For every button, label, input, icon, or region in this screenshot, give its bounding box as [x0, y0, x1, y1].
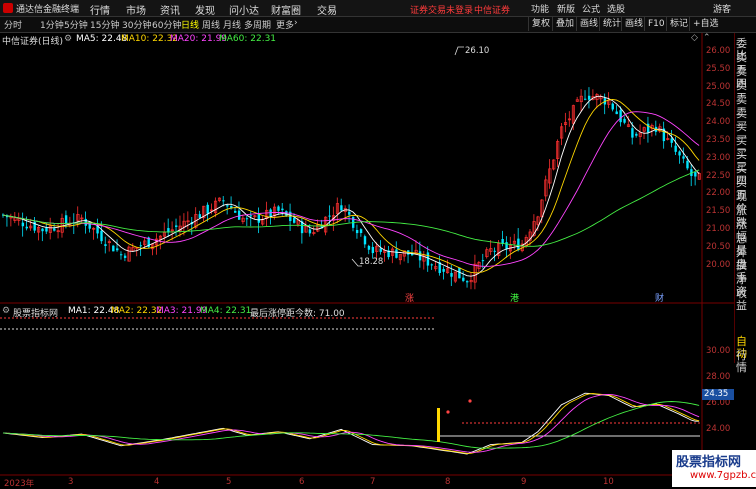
draw-button[interactable]: 画线	[576, 17, 601, 31]
date-axis-label: 10	[603, 477, 614, 487]
tab-weekly[interactable]: 周线	[202, 18, 220, 31]
event-limit-up[interactable]: 涨	[405, 291, 414, 304]
watermark-title: 股票指标网	[676, 455, 742, 470]
price-axis-label: 20.00	[706, 259, 731, 270]
mark-button[interactable]: 标记	[666, 17, 691, 31]
menu-discover[interactable]: 发现	[195, 2, 215, 17]
menu-formula[interactable]: 公式	[582, 2, 600, 15]
date-axis-label: 7	[370, 477, 376, 487]
menu-quotes[interactable]: 行情	[90, 2, 110, 17]
menu-function[interactable]: 功能	[531, 2, 549, 15]
menu-wealth[interactable]: 财富圈	[271, 2, 301, 17]
tab-daily[interactable]: 日线	[181, 18, 199, 31]
add-favorite-button[interactable]: +自选	[689, 17, 722, 31]
price-axis-label: 25.50	[706, 63, 731, 74]
low-price-label: 18.28	[359, 257, 384, 267]
menu-stock-picking[interactable]: 选股	[607, 2, 625, 15]
tab-30min[interactable]: 30分钟	[122, 18, 151, 31]
high-price-label: 26.10	[465, 46, 490, 56]
indicator-axis-label: 28.00	[706, 372, 731, 382]
price-axis-label: 25.00	[706, 81, 731, 92]
indicator-axis-label: 24.00	[706, 424, 731, 434]
tab-more[interactable]: 更多	[276, 18, 294, 31]
period-toolbar: 分时 1分钟 5分钟 15分钟 30分钟 60分钟 日线 周线 月线 多周期 更…	[0, 17, 756, 33]
price-axis-label: 22.50	[706, 170, 731, 181]
date-axis-label: 4	[154, 477, 160, 487]
date-axis-label: 3	[68, 477, 74, 487]
indicator-axis-label: 30.00	[706, 346, 731, 356]
tab-60min[interactable]: 60分钟	[152, 18, 181, 31]
price-axis-label: 24.50	[706, 99, 731, 110]
app-logo-icon	[3, 3, 13, 13]
chart-frame	[0, 33, 734, 477]
date-axis-label: 6	[299, 477, 305, 487]
price-axis-label: 23.00	[706, 152, 731, 163]
draw-line-button[interactable]: 画线	[621, 17, 646, 31]
menu-market[interactable]: 市场	[126, 2, 146, 17]
menu-ask[interactable]: 问小达	[229, 2, 259, 17]
event-financial[interactable]: 财	[655, 291, 664, 304]
date-axis-label: 5	[226, 477, 232, 487]
tab-monthly[interactable]: 月线	[223, 18, 241, 31]
tab-intraday[interactable]: 分时	[4, 18, 22, 31]
tab-multi-period[interactable]: 多周期	[244, 18, 271, 31]
broker-name[interactable]: 中信证券	[474, 3, 510, 16]
tab-5min[interactable]: 5分钟	[64, 18, 88, 31]
price-axis-label: 22.00	[706, 188, 731, 199]
price-axis-label: 20.50	[706, 241, 731, 252]
date-axis-label: 9	[521, 477, 527, 487]
kline-chart[interactable]	[0, 33, 734, 477]
title-bar: 通达信金融终端 行情 市场 资讯 发现 问小达 财富圈 交易 证券交易未登录 中…	[0, 0, 756, 17]
watermark-url: www.7gpzb.com	[690, 470, 756, 481]
price-axis-label: 21.50	[706, 206, 731, 217]
app-name: 通达信金融终端	[16, 5, 80, 15]
current-value-tag: 24.35	[702, 389, 734, 400]
overlay-button[interactable]: 叠加	[552, 17, 577, 31]
menu-new-version[interactable]: 新版	[557, 2, 575, 15]
price-axis-label: 21.00	[706, 224, 731, 234]
tab-1min[interactable]: 1分钟	[40, 18, 64, 31]
f10-button[interactable]: F10	[644, 17, 668, 31]
ma-lines	[2, 95, 700, 277]
login-warning[interactable]: 证券交易未登录	[410, 3, 473, 16]
event-hk[interactable]: 港	[510, 291, 519, 304]
side-tab-quote[interactable]: 行情	[736, 350, 756, 374]
price-axis-label: 23.50	[706, 135, 731, 145]
menu-news[interactable]: 资讯	[160, 2, 180, 17]
date-axis-label: 2023年	[4, 479, 35, 489]
order-book-item: 收益	[736, 287, 747, 313]
guest-label[interactable]: 游客	[713, 2, 731, 15]
indicator-lines	[2, 392, 700, 455]
menu-trade[interactable]: 交易	[317, 2, 337, 17]
price-axis-label: 26.00	[706, 46, 731, 56]
adjust-button[interactable]: 复权	[528, 17, 553, 31]
price-axis-label: 24.00	[706, 117, 731, 128]
tab-15min[interactable]: 15分钟	[90, 18, 119, 31]
date-axis-label: 8	[445, 477, 451, 487]
more-arrow-icon[interactable]: ›	[294, 18, 298, 28]
candles	[2, 46, 701, 290]
